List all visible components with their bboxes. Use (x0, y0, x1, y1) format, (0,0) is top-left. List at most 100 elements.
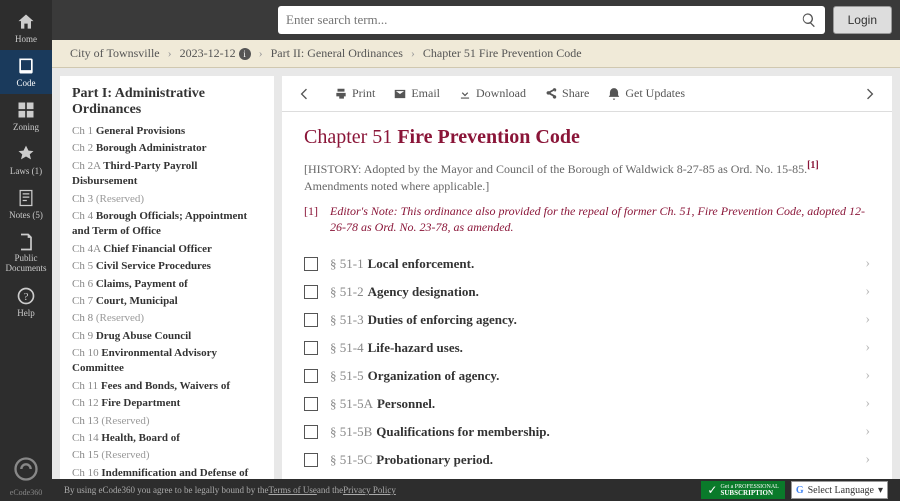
chevron-right-icon: › (865, 396, 870, 412)
checkbox[interactable] (304, 425, 318, 439)
toc-item[interactable]: Ch 3 (Reserved) (72, 192, 262, 207)
toc-item[interactable]: Ch 10 Environmental Advisory Committee (72, 346, 262, 377)
zoning-icon (16, 100, 36, 120)
checkbox[interactable] (304, 341, 318, 355)
doc-body[interactable]: Chapter 51 Fire Prevention Code [HISTORY… (282, 112, 892, 493)
chevron-right-icon: › (865, 340, 870, 356)
section-list: § 51-1 Local enforcement.›§ 51-2 Agency … (304, 250, 870, 493)
language-select[interactable]: G Select Language ▾ (791, 481, 888, 499)
section-row[interactable]: § 51-3 Duties of enforcing agency.› (304, 306, 870, 334)
crumb-chapter[interactable]: Chapter 51 Fire Prevention Code (423, 46, 582, 61)
checkbox[interactable] (304, 313, 318, 327)
footer-text: and the (317, 485, 343, 495)
toc-item[interactable]: Ch 14 Health, Board of (72, 431, 262, 446)
toc-item[interactable]: Ch 15 (Reserved) (72, 448, 262, 463)
rail-laws[interactable]: Laws (1) (0, 138, 52, 182)
rail-notes[interactable]: Notes (5) (0, 182, 52, 226)
login-button[interactable]: Login (833, 6, 892, 34)
editor-note: [1] Editor's Note: This ordinance also p… (304, 203, 870, 237)
rail-zoning[interactable]: Zoning (0, 94, 52, 138)
help-icon: ? (16, 286, 36, 306)
crumb-city[interactable]: City of Townsville (70, 46, 160, 61)
toc-item[interactable]: Ch 5 Civil Service Procedures (72, 259, 262, 274)
notes-icon (16, 188, 36, 208)
brand-logo[interactable]: eCode360 (0, 455, 52, 497)
history-note: [HISTORY: Adopted by the Mayor and Counc… (304, 159, 870, 195)
section-row[interactable]: § 51-4 Life-hazard uses.› (304, 334, 870, 362)
top-bar: Login (52, 0, 900, 40)
brand-text: eCode360 (0, 488, 52, 497)
rail-help[interactable]: ? Help (0, 280, 52, 324)
privacy-link[interactable]: Privacy Policy (343, 485, 396, 495)
chevron-right-icon: › (411, 46, 415, 61)
crumb-part[interactable]: Part II: General Ordinances (271, 46, 403, 61)
toc-item[interactable]: Ch 9 Drug Abuse Council (72, 329, 262, 344)
left-nav-rail: Home Code Zoning Laws (1) Notes (5) Publ… (0, 0, 52, 501)
book-icon (16, 56, 36, 76)
chapter-title: Chapter 51 Fire Prevention Code (304, 126, 870, 149)
doc-toolbar: Print Email Download Share Get Updates (282, 76, 892, 112)
toc-item[interactable]: Ch 8 (Reserved) (72, 311, 262, 326)
search-input[interactable] (286, 12, 801, 28)
footnote-ref[interactable]: [1] (807, 160, 819, 171)
rail-label: Code (17, 78, 36, 88)
section-row[interactable]: § 51-2 Agency designation.› (304, 278, 870, 306)
crumb-date[interactable]: 2023-12-12 (180, 46, 236, 61)
rail-pubdocs[interactable]: Public Documents (0, 226, 52, 280)
toc-item[interactable]: Ch 11 Fees and Bonds, Waivers of (72, 379, 262, 394)
rail-home[interactable]: Home (0, 6, 52, 50)
section-row[interactable]: § 51-5C Probationary period.› (304, 446, 870, 474)
toc-item[interactable]: Ch 7 Court, Municipal (72, 294, 262, 309)
toc-item[interactable]: Ch 2 Borough Administrator (72, 141, 262, 156)
checkbox[interactable] (304, 453, 318, 467)
info-icon[interactable]: i (239, 48, 251, 60)
toc-item[interactable]: Ch 12 Fire Department (72, 396, 262, 411)
checkbox[interactable] (304, 257, 318, 271)
main-area: Login City of Townsville › 2023-12-12 i … (52, 0, 900, 501)
docs-icon (16, 232, 36, 252)
pro-subscription-badge[interactable]: ✓Get a PROFESSIONALSUBSCRIPTION (701, 481, 784, 499)
toc-panel[interactable]: Part I: Administrative Ordinances Ch 1 G… (60, 76, 274, 493)
document-panel: Print Email Download Share Get Updates C… (282, 76, 892, 493)
forward-button[interactable] (858, 82, 882, 106)
laws-icon (16, 144, 36, 164)
rail-label: Home (15, 34, 37, 44)
chevron-right-icon: › (865, 256, 870, 272)
download-button[interactable]: Download (458, 86, 526, 101)
checkbox[interactable] (304, 397, 318, 411)
rail-code[interactable]: Code (0, 50, 52, 94)
content-wrap: Part I: Administrative Ordinances Ch 1 G… (52, 68, 900, 501)
toc-list: Ch 1 General Provisions Ch 2 Borough Admi… (72, 124, 262, 493)
section-row[interactable]: § 51-5 Organization of agency.› (304, 362, 870, 390)
search-icon[interactable] (801, 12, 817, 28)
toc-title: Part I: Administrative Ordinances (72, 86, 262, 118)
updates-button[interactable]: Get Updates (607, 86, 685, 101)
toc-item[interactable]: Ch 2A Third-Party Payroll Disbursement (72, 159, 262, 190)
section-row[interactable]: § 51-5A Personnel.› (304, 390, 870, 418)
breadcrumb: City of Townsville › 2023-12-12 i › Part… (52, 40, 900, 68)
search-box[interactable] (278, 6, 825, 34)
ecode-logo-icon (12, 455, 40, 483)
toc-item[interactable]: Ch 1 General Provisions (72, 124, 262, 139)
terms-link[interactable]: Terms of Use (268, 485, 316, 495)
back-button[interactable] (292, 82, 316, 106)
print-button[interactable]: Print (334, 86, 375, 101)
chevron-down-icon: ▾ (878, 485, 883, 496)
svg-text:?: ? (24, 291, 29, 303)
rail-label: Laws (1) (10, 166, 42, 176)
checkbox[interactable] (304, 369, 318, 383)
home-icon (16, 12, 36, 32)
toc-item[interactable]: Ch 4A Chief Financial Officer (72, 242, 262, 257)
toc-item[interactable]: Ch 4 Borough Officials; Appointment and … (72, 209, 262, 240)
chevron-right-icon: › (168, 46, 172, 61)
checkbox[interactable] (304, 285, 318, 299)
toc-item[interactable]: Ch 13 (Reserved) (72, 414, 262, 429)
chevron-right-icon: › (865, 284, 870, 300)
chevron-right-icon: › (865, 424, 870, 440)
share-button[interactable]: Share (544, 86, 589, 101)
chevron-right-icon: › (865, 452, 870, 468)
email-button[interactable]: Email (393, 86, 440, 101)
section-row[interactable]: § 51-5B Qualifications for membership.› (304, 418, 870, 446)
section-row[interactable]: § 51-1 Local enforcement.› (304, 250, 870, 278)
toc-item[interactable]: Ch 6 Claims, Payment of (72, 277, 262, 292)
